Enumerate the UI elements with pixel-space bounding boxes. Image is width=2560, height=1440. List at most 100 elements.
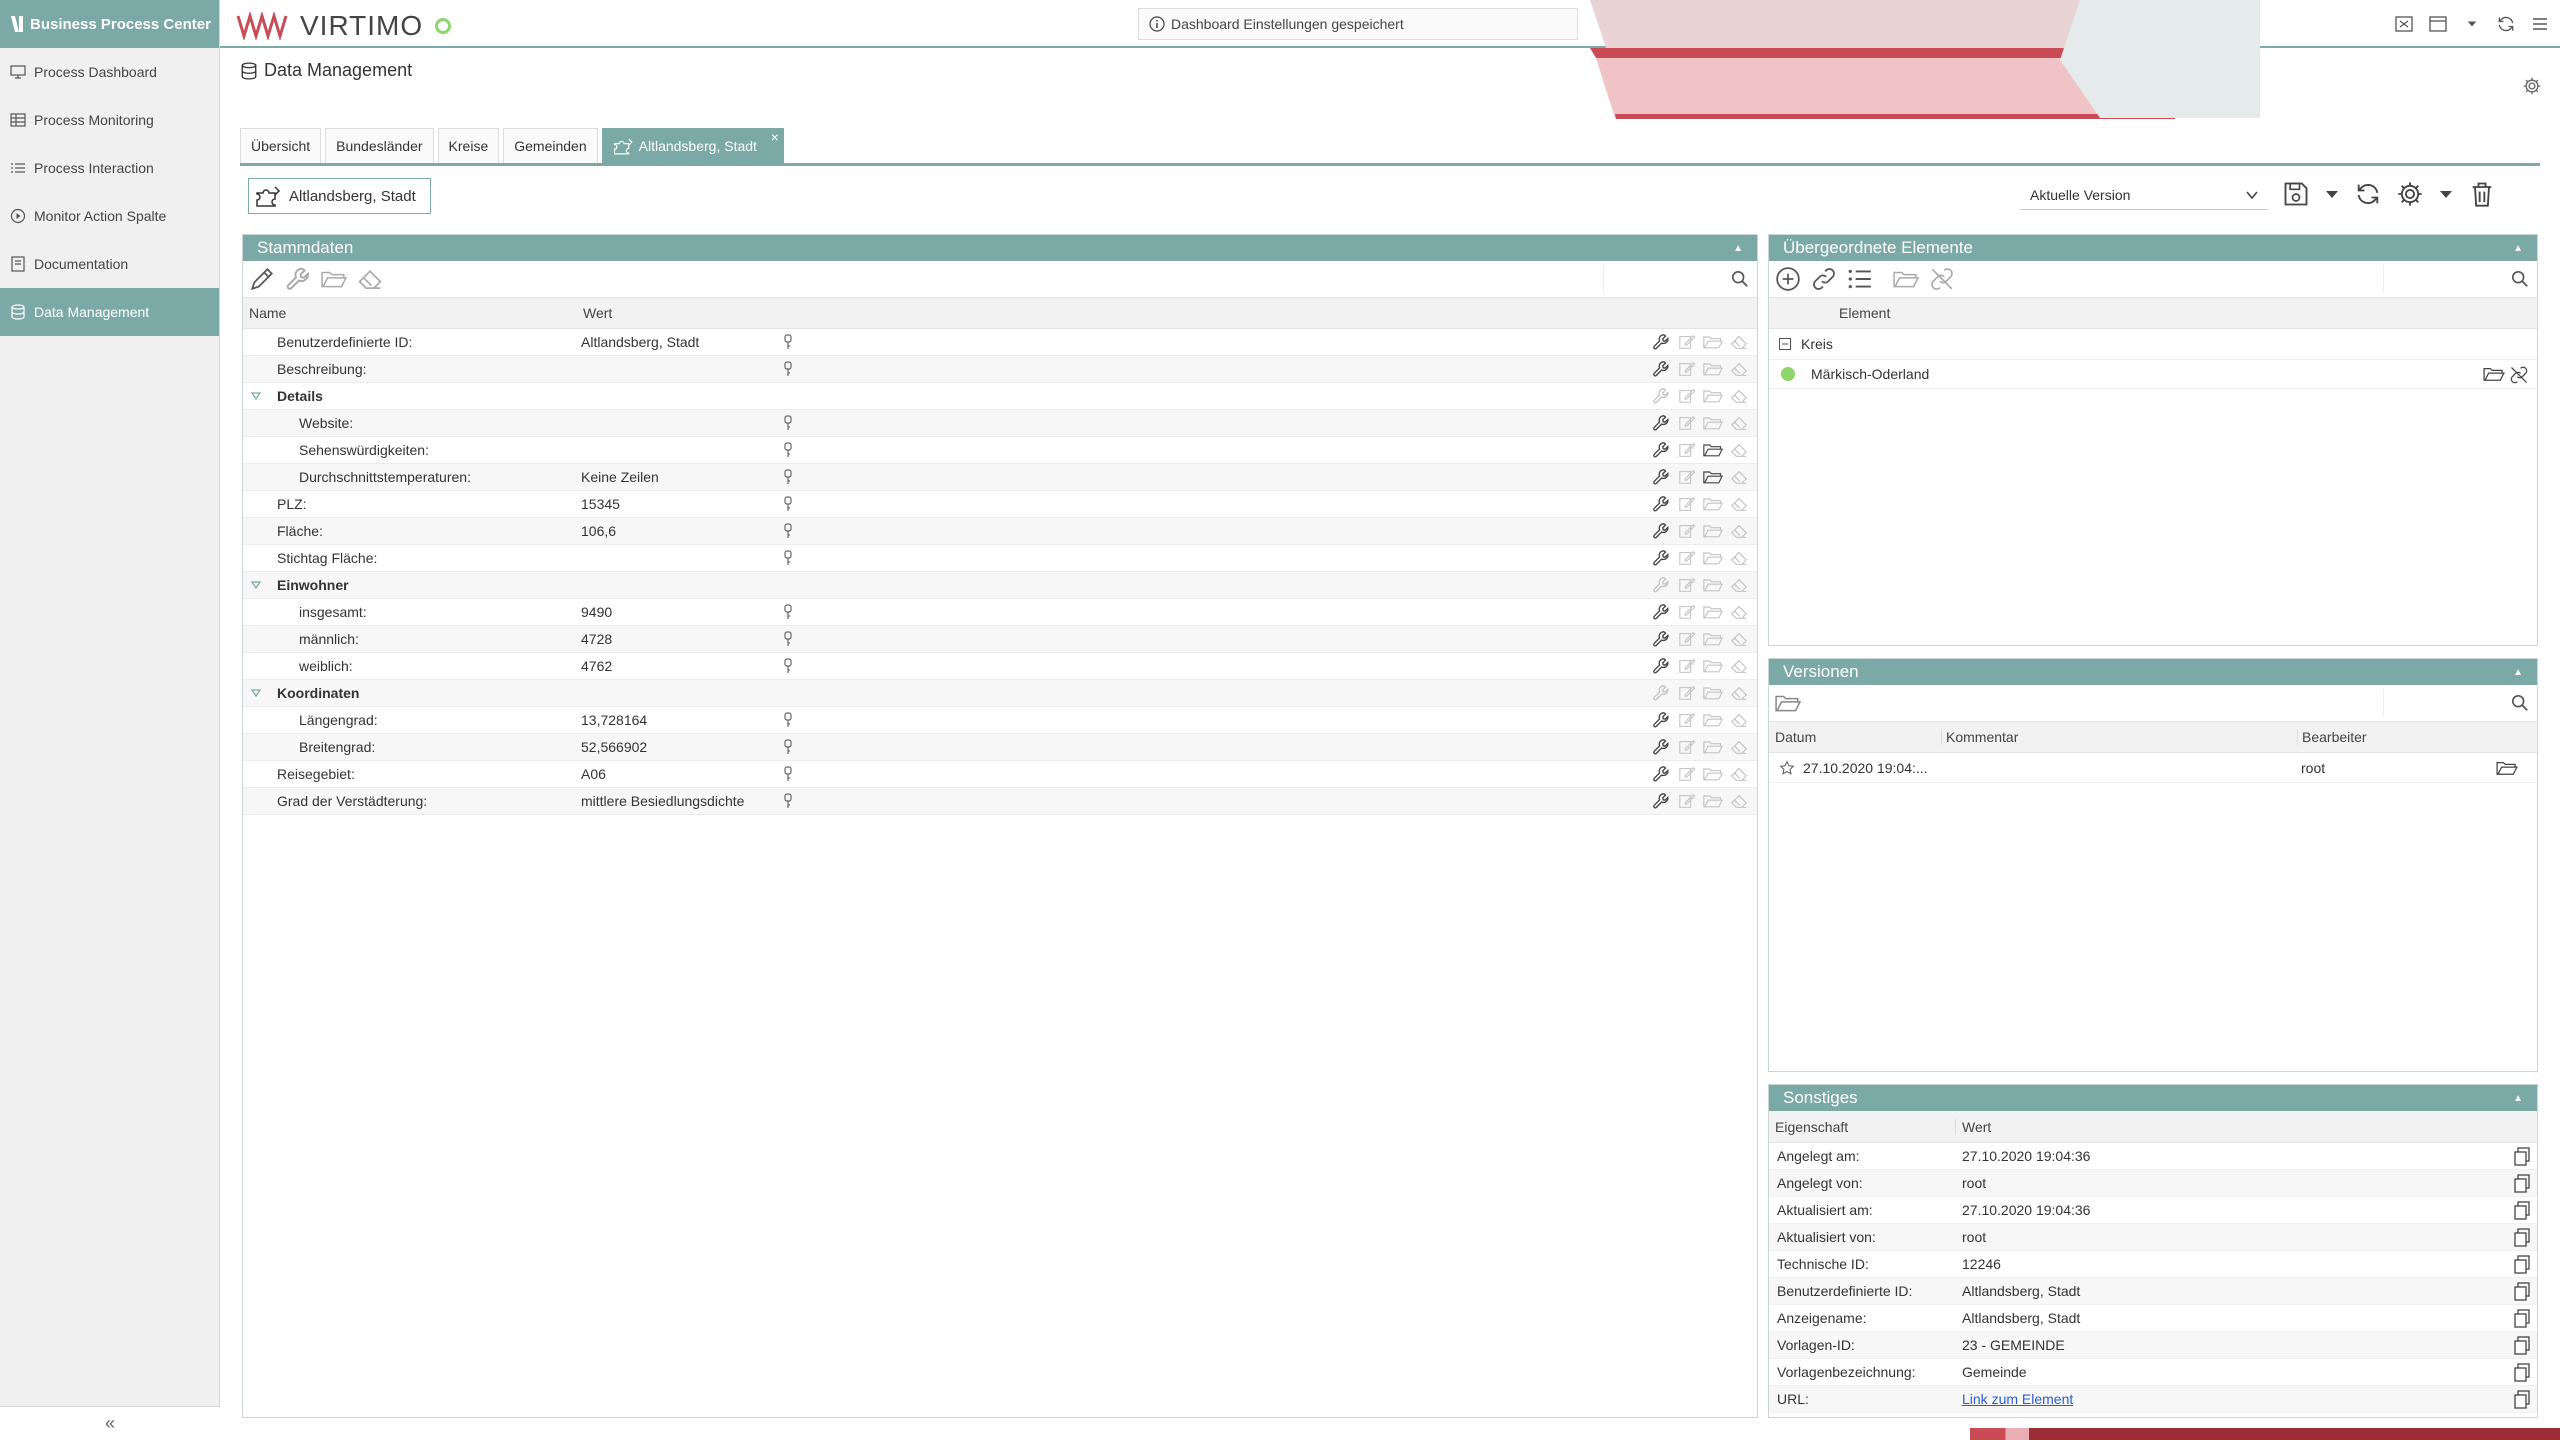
folder-icon[interactable] <box>1703 684 1723 702</box>
folder-icon[interactable] <box>1703 711 1723 729</box>
wrench-icon[interactable] <box>1651 792 1671 810</box>
table-row[interactable]: Beschreibung: <box>243 356 1757 383</box>
folder-icon[interactable] <box>2495 759 2519 777</box>
panel-header[interactable]: Sonstiges ▲ <box>1769 1085 2537 1111</box>
panel-header[interactable]: Stammdaten ▲ <box>243 235 1757 261</box>
eraser-icon[interactable] <box>1729 576 1749 594</box>
folder-icon[interactable] <box>1703 657 1723 675</box>
column-header-datum[interactable]: Datum <box>1775 729 1816 745</box>
sidebar-item-data-management[interactable]: Data Management <box>0 288 219 336</box>
tab-gemeinden[interactable]: Gemeinden <box>503 128 598 163</box>
folder-icon[interactable] <box>1703 441 1723 459</box>
folder-icon[interactable] <box>1703 333 1723 351</box>
unlink-icon[interactable] <box>2509 365 2529 385</box>
wrench-icon[interactable] <box>1651 657 1671 675</box>
eraser-icon[interactable] <box>1729 387 1749 405</box>
folder-icon[interactable] <box>1703 360 1723 378</box>
eraser-icon[interactable] <box>357 266 383 292</box>
column-header-name[interactable]: Name <box>243 305 573 321</box>
list-icon[interactable] <box>1847 266 1873 292</box>
star-icon[interactable] <box>1779 760 1795 776</box>
column-header-value[interactable]: Wert <box>573 305 612 321</box>
chevron-down-icon[interactable] <box>251 580 261 590</box>
wrench-icon[interactable] <box>1651 387 1671 405</box>
chevron-down-icon[interactable] <box>2324 180 2340 208</box>
search-input[interactable] <box>1603 265 1753 293</box>
link-zum-element[interactable]: Link zum Element <box>1962 1391 2073 1407</box>
edit-icon[interactable] <box>1677 549 1697 567</box>
column-header-element[interactable]: Element <box>1769 305 1890 321</box>
trash-icon[interactable] <box>2468 180 2496 208</box>
table-row[interactable]: 27.10.2020 19:04:... root <box>1769 753 2537 783</box>
chevron-down-icon[interactable] <box>251 391 261 401</box>
copy-icon[interactable] <box>2513 1228 2531 1248</box>
copy-icon[interactable] <box>2513 1147 2531 1167</box>
table-row[interactable]: Benutzerdefinierte ID: Altlandsberg, Stad… <box>243 329 1757 356</box>
collapse-icon[interactable]: ▲ <box>2513 243 2523 254</box>
folder-icon[interactable] <box>1703 792 1723 810</box>
tab-kreise[interactable]: Kreise <box>437 128 500 163</box>
unlink-icon[interactable] <box>1929 266 1955 292</box>
add-circle-icon[interactable] <box>1775 266 1801 292</box>
collapse-group-icon[interactable] <box>1779 338 1791 350</box>
folder-icon[interactable] <box>1703 630 1723 648</box>
tab-uebersicht[interactable]: Übersicht <box>240 128 322 163</box>
list-item[interactable]: Märkisch-Oderland <box>1769 359 2537 389</box>
table-row[interactable]: insgesamt: 9490 <box>243 599 1757 626</box>
close-window-icon[interactable] <box>2394 14 2414 34</box>
wrench-icon[interactable] <box>1651 576 1671 594</box>
sidebar-item-process-dashboard[interactable]: Process Dashboard <box>0 48 219 96</box>
wrench-icon[interactable] <box>285 266 311 292</box>
edit-icon[interactable] <box>1677 765 1697 783</box>
edit-icon[interactable] <box>1677 468 1697 486</box>
group-row[interactable]: Koordinaten <box>243 680 1757 707</box>
copy-icon[interactable] <box>2513 1201 2531 1221</box>
table-row[interactable]: Durchschnittstemperaturen: Keine Zeilen <box>243 464 1757 491</box>
wrench-icon[interactable] <box>1651 684 1671 702</box>
table-row[interactable]: PLZ: 15345 <box>243 491 1757 518</box>
gear-icon[interactable] <box>2522 76 2542 96</box>
panel-header[interactable]: Übergeordnete Elemente ▲ <box>1769 235 2537 261</box>
table-row[interactable]: weiblich: 4762 <box>243 653 1757 680</box>
tab-altlandsberg[interactable]: Altlandsberg, Stadt × <box>601 128 784 163</box>
tab-bundeslaender[interactable]: Bundesländer <box>325 128 434 163</box>
column-header-eigenschaft[interactable]: Eigenschaft <box>1775 1119 1848 1135</box>
collapse-icon[interactable]: ▲ <box>1733 243 1743 254</box>
eraser-icon[interactable] <box>1729 333 1749 351</box>
refresh-icon[interactable] <box>2496 14 2516 34</box>
edit-icon[interactable] <box>1677 630 1697 648</box>
eraser-icon[interactable] <box>1729 738 1749 756</box>
eraser-icon[interactable] <box>1729 630 1749 648</box>
folder-icon[interactable] <box>1703 522 1723 540</box>
collapse-icon[interactable]: ▲ <box>2513 1093 2523 1104</box>
folder-icon[interactable] <box>1703 414 1723 432</box>
group-row[interactable]: Kreis <box>1769 329 2537 359</box>
refresh-icon[interactable] <box>2354 180 2382 208</box>
chevron-down-icon[interactable] <box>251 688 261 698</box>
edit-icon[interactable] <box>1677 711 1697 729</box>
edit-icon[interactable] <box>1677 684 1697 702</box>
eraser-icon[interactable] <box>1729 468 1749 486</box>
folder-icon[interactable] <box>1703 495 1723 513</box>
folder-icon[interactable] <box>1775 690 1801 716</box>
sidebar-item-monitor-action-spalte[interactable]: Monitor Action Spalte <box>0 192 219 240</box>
save-icon[interactable] <box>2282 180 2310 208</box>
eraser-icon[interactable] <box>1729 360 1749 378</box>
wrench-icon[interactable] <box>1651 414 1671 432</box>
eraser-icon[interactable] <box>1729 765 1749 783</box>
search-input[interactable] <box>2383 265 2533 293</box>
copy-icon[interactable] <box>2513 1390 2531 1410</box>
wrench-icon[interactable] <box>1651 711 1671 729</box>
folder-icon[interactable] <box>1703 576 1723 594</box>
edit-icon[interactable] <box>1677 387 1697 405</box>
copy-icon[interactable] <box>2513 1174 2531 1194</box>
folder-icon[interactable] <box>1703 603 1723 621</box>
app-brand[interactable]: Business Process Center <box>0 0 219 48</box>
pencil-icon[interactable] <box>249 266 275 292</box>
edit-icon[interactable] <box>1677 522 1697 540</box>
wrench-icon[interactable] <box>1651 522 1671 540</box>
eraser-icon[interactable] <box>1729 522 1749 540</box>
chevron-down-icon[interactable] <box>2462 14 2482 34</box>
wrench-icon[interactable] <box>1651 738 1671 756</box>
table-row[interactable]: Website: <box>243 410 1757 437</box>
